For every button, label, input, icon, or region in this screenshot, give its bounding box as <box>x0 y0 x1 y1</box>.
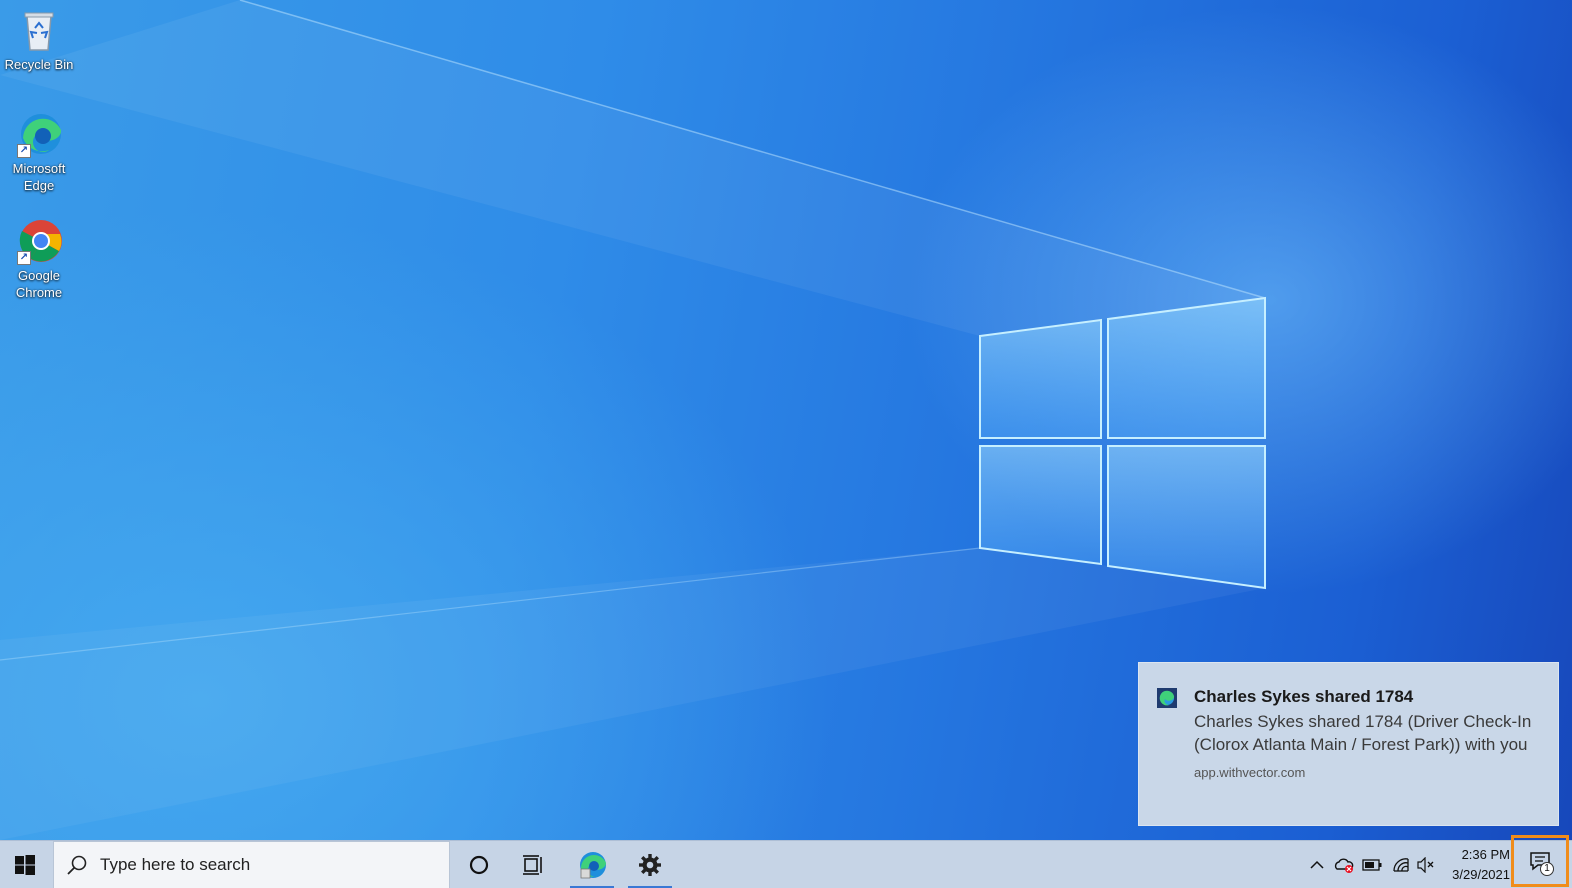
task-view-button[interactable] <box>510 841 556 888</box>
gear-icon <box>639 854 661 876</box>
clock-time: 2:36 PM <box>1461 847 1510 862</box>
search-input[interactable]: Type here to search <box>53 841 450 888</box>
taskbar-edge-button[interactable] <box>568 841 616 888</box>
desktop-background: Recycle Bin ↗ Microsoft Edge ↗ Google Ch… <box>0 0 1572 840</box>
desktop-icon-label: Recycle Bin <box>4 57 74 72</box>
volume-muted-icon <box>1417 857 1434 873</box>
battery-icon <box>1362 859 1382 871</box>
desktop-icon-label: Microsoft Edge <box>12 161 66 193</box>
desktop-icon-recycle-bin[interactable]: Recycle Bin <box>0 6 78 73</box>
cortana-button[interactable] <box>456 841 502 888</box>
onedrive-tray-button[interactable] <box>1331 841 1357 888</box>
battery-tray-button[interactable] <box>1359 841 1385 888</box>
show-hidden-icons-button[interactable] <box>1304 841 1330 888</box>
search-icon <box>67 855 87 875</box>
shortcut-arrow-icon: ↗ <box>17 144 31 158</box>
search-placeholder: Type here to search <box>100 855 251 874</box>
toast-notification[interactable]: Charles Sykes shared 1784 Charles Sykes … <box>1138 662 1559 826</box>
taskbar: Type here to search 2:36 PM 3/29/2021 <box>0 840 1572 888</box>
chevron-up-icon <box>1310 860 1324 869</box>
desktop-icon-label: Google Chrome <box>15 268 63 300</box>
notification-body: Charles Sykes shared 1784 (Driver Check-… <box>1194 712 1532 754</box>
notification-title: Charles Sykes shared 1784 <box>1194 687 1414 706</box>
chrome-icon: ↗ <box>15 217 63 265</box>
cortana-icon <box>469 855 489 875</box>
action-center-button[interactable]: 1 <box>1511 835 1569 887</box>
task-view-icon <box>523 855 542 875</box>
volume-tray-button[interactable] <box>1413 841 1439 888</box>
recycle-bin-icon <box>15 6 63 54</box>
notification-source: app.withvector.com <box>1194 765 1306 780</box>
shortcut-arrow-icon: ↗ <box>17 251 31 265</box>
network-tray-button[interactable] <box>1388 841 1414 888</box>
clock-date: 3/29/2021 <box>1452 867 1510 882</box>
desktop-icon-google-chrome[interactable]: ↗ Google Chrome <box>0 217 78 301</box>
notification-count-badge: 1 <box>1540 862 1554 876</box>
edge-icon: ↗ <box>15 110 63 158</box>
edge-icon <box>580 852 606 879</box>
start-button[interactable] <box>0 841 50 888</box>
taskbar-settings-button[interactable] <box>626 841 674 888</box>
taskbar-clock[interactable]: 2:36 PM 3/29/2021 <box>1444 841 1510 888</box>
edge-icon <box>1157 688 1177 708</box>
onedrive-error-icon <box>1334 858 1354 873</box>
windows-logo-icon <box>15 855 35 875</box>
desktop-icon-microsoft-edge[interactable]: ↗ Microsoft Edge <box>0 110 78 194</box>
network-icon <box>1393 858 1409 872</box>
